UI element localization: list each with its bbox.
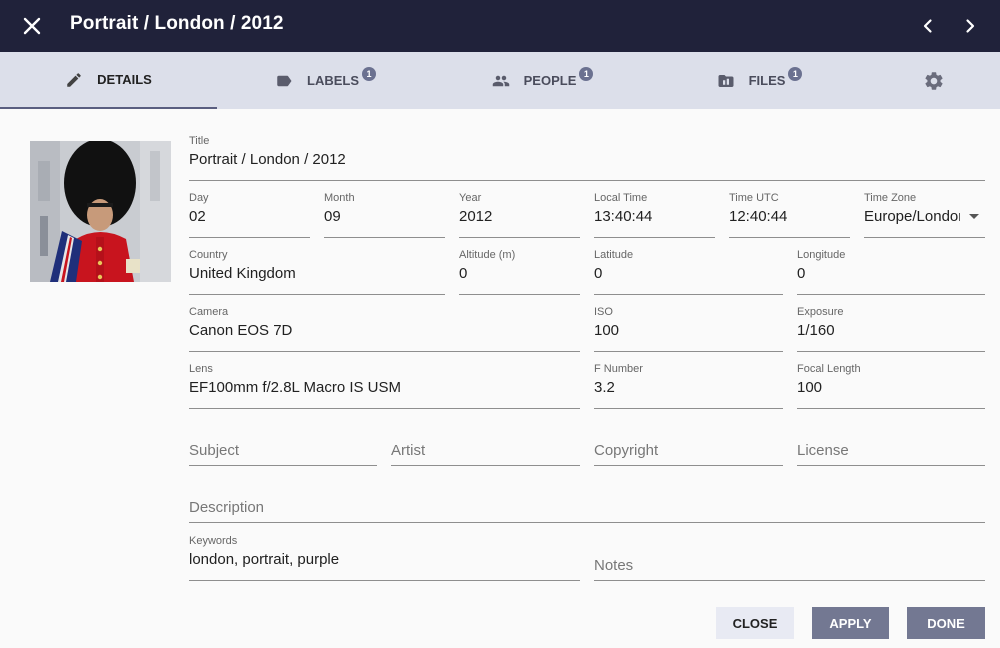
dialog-toolbar: Portrait / London / 2012: [0, 0, 1000, 52]
artist-placeholder: Artist: [391, 442, 426, 459]
notes-placeholder: Notes: [594, 557, 634, 574]
subject-placeholder: Subject: [189, 442, 240, 459]
keywords-field[interactable]: Keywords london, portrait, purple: [189, 535, 580, 581]
lens-label: Lens: [189, 363, 213, 375]
folder-icon: [717, 72, 735, 90]
title-label: Title: [189, 135, 210, 147]
apply-button[interactable]: Apply: [812, 607, 889, 639]
latitude-label: Latitude: [594, 249, 634, 261]
country-field[interactable]: Country United Kingdom: [189, 249, 445, 295]
month-field[interactable]: Month 09: [324, 192, 445, 238]
people-count-badge: 1: [579, 66, 594, 81]
camera-value[interactable]: Canon EOS 7D: [189, 322, 580, 339]
year-label: Year: [459, 192, 482, 204]
latitude-field[interactable]: Latitude 0: [594, 249, 783, 295]
day-label: Day: [189, 192, 209, 204]
keywords-label: Keywords: [189, 535, 238, 547]
latitude-value[interactable]: 0: [594, 265, 783, 282]
year-value[interactable]: 2012: [459, 208, 580, 225]
altitude-label: Altitude (m): [459, 249, 516, 261]
tab-files-label: Files: [748, 73, 786, 88]
artist-field[interactable]: Artist: [391, 420, 580, 466]
gear-icon: [923, 70, 945, 92]
tab-people[interactable]: People 1: [434, 52, 651, 109]
camera-field[interactable]: Camera Canon EOS 7D: [189, 306, 580, 352]
time-utc-value[interactable]: 12:40:44: [729, 208, 850, 225]
local-time-field[interactable]: Local Time 13:40:44: [594, 192, 715, 238]
month-label: Month: [324, 192, 355, 204]
day-field[interactable]: Day 02: [189, 192, 310, 238]
f-number-value[interactable]: 3.2: [594, 379, 783, 396]
iso-label: ISO: [594, 306, 613, 318]
tab-files[interactable]: Files 1: [651, 52, 868, 109]
pencil-icon: [65, 71, 83, 89]
altitude-value[interactable]: 0: [459, 265, 580, 282]
focal-length-label: Focal Length: [797, 363, 861, 375]
iso-field[interactable]: ISO 100: [594, 306, 783, 352]
camera-label: Camera: [189, 306, 229, 318]
lens-field[interactable]: Lens EF100mm f/2.8L Macro IS USM: [189, 363, 580, 409]
local-time-value[interactable]: 13:40:44: [594, 208, 715, 225]
tab-people-label: People: [523, 73, 577, 88]
files-count-badge: 1: [788, 66, 803, 81]
time-utc-label: Time UTC: [729, 192, 779, 204]
close-button[interactable]: Close: [716, 607, 794, 639]
year-field[interactable]: Year 2012: [459, 192, 580, 238]
tab-bar: Details Labels 1 People 1 Files 1: [0, 52, 1000, 109]
tab-labels[interactable]: Labels 1: [217, 52, 434, 109]
chevron-right-icon: [966, 19, 975, 33]
tab-details[interactable]: Details: [0, 52, 217, 109]
license-placeholder: License: [797, 442, 849, 459]
longitude-label: Longitude: [797, 249, 846, 261]
time-zone-select[interactable]: Time Zone Europe/London: [864, 192, 985, 238]
country-value[interactable]: United Kingdom: [189, 265, 445, 282]
local-time-label: Local Time: [594, 192, 648, 204]
keywords-value[interactable]: london, portrait, purple: [189, 551, 580, 568]
exposure-label: Exposure: [797, 306, 844, 318]
longitude-field[interactable]: Longitude 0: [797, 249, 985, 295]
title-field[interactable]: Title Portrait / London / 2012: [189, 135, 985, 181]
longitude-value[interactable]: 0: [797, 265, 985, 282]
close-icon: [23, 17, 41, 35]
lens-value[interactable]: EF100mm f/2.8L Macro IS USM: [189, 379, 580, 396]
done-button[interactable]: Done: [907, 607, 985, 639]
license-field[interactable]: License: [797, 420, 985, 466]
chevron-left-icon: [923, 19, 932, 33]
title-value[interactable]: Portrait / London / 2012: [189, 151, 985, 168]
iso-value[interactable]: 100: [594, 322, 783, 339]
previous-button[interactable]: [914, 12, 942, 40]
day-value[interactable]: 02: [189, 208, 310, 225]
people-icon: [492, 72, 510, 90]
copyright-field[interactable]: Copyright: [594, 420, 783, 466]
description-placeholder: Description: [189, 499, 265, 516]
focal-length-value[interactable]: 100: [797, 379, 985, 396]
time-zone-value[interactable]: Europe/London: [864, 208, 960, 225]
next-button[interactable]: [956, 12, 984, 40]
dialog-title: Portrait / London / 2012: [70, 13, 284, 34]
tab-details-label: Details: [97, 72, 152, 87]
dropdown-arrow-icon[interactable]: [969, 214, 979, 219]
copyright-placeholder: Copyright: [594, 442, 659, 459]
f-number-label: F Number: [594, 363, 643, 375]
focal-length-field[interactable]: Focal Length 100: [797, 363, 985, 409]
time-utc-field[interactable]: Time UTC 12:40:44: [729, 192, 850, 238]
month-value[interactable]: 09: [324, 208, 445, 225]
exposure-field[interactable]: Exposure 1/160: [797, 306, 985, 352]
country-label: Country: [189, 249, 228, 261]
notes-field[interactable]: Notes: [594, 535, 985, 581]
time-zone-label: Time Zone: [864, 192, 917, 204]
tab-labels-label: Labels: [307, 73, 359, 88]
exposure-value[interactable]: 1/160: [797, 322, 985, 339]
f-number-field[interactable]: F Number 3.2: [594, 363, 783, 409]
subject-field[interactable]: Subject: [189, 420, 377, 466]
label-icon: [275, 72, 293, 90]
labels-count-badge: 1: [362, 66, 376, 81]
tab-settings[interactable]: [868, 52, 1000, 109]
close-dialog-button[interactable]: [18, 12, 46, 40]
altitude-field[interactable]: Altitude (m) 0: [459, 249, 580, 295]
photo-thumbnail[interactable]: [30, 141, 171, 282]
description-field[interactable]: Description: [189, 477, 985, 523]
